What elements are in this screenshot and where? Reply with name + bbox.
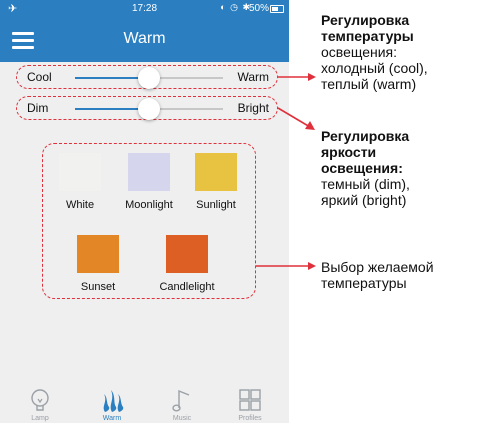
presets-arrowhead: [308, 262, 316, 270]
annotation-line: температуры: [321, 275, 407, 291]
annotation-bold-line: освещения:: [321, 160, 403, 176]
brightness-arrow: [277, 107, 311, 128]
annotation-bold-line: Регулировка: [321, 12, 410, 28]
brightness-annotation: Регулировка яркости освещения: темный (d…: [321, 128, 410, 208]
annotation-bold-line: яркости: [321, 144, 377, 160]
presets-annotation: Выбор желаемой температуры: [321, 259, 434, 291]
annotation-bold-line: Регулировка: [321, 128, 410, 144]
temperature-arrowhead: [308, 73, 316, 81]
annotation-bold-line: температуры: [321, 28, 414, 44]
annotation-line: холодный (cool),: [321, 60, 428, 76]
annotation-line: теплый (warm): [321, 76, 417, 92]
annotation-line: яркий (bright): [321, 192, 407, 208]
temperature-annotation: Регулировка температуры освещения: холод…: [321, 12, 428, 92]
annotation-line: Выбор желаемой: [321, 259, 434, 275]
annotation-line: освещения:: [321, 44, 398, 60]
annotation-line: темный (dim),: [321, 176, 410, 192]
